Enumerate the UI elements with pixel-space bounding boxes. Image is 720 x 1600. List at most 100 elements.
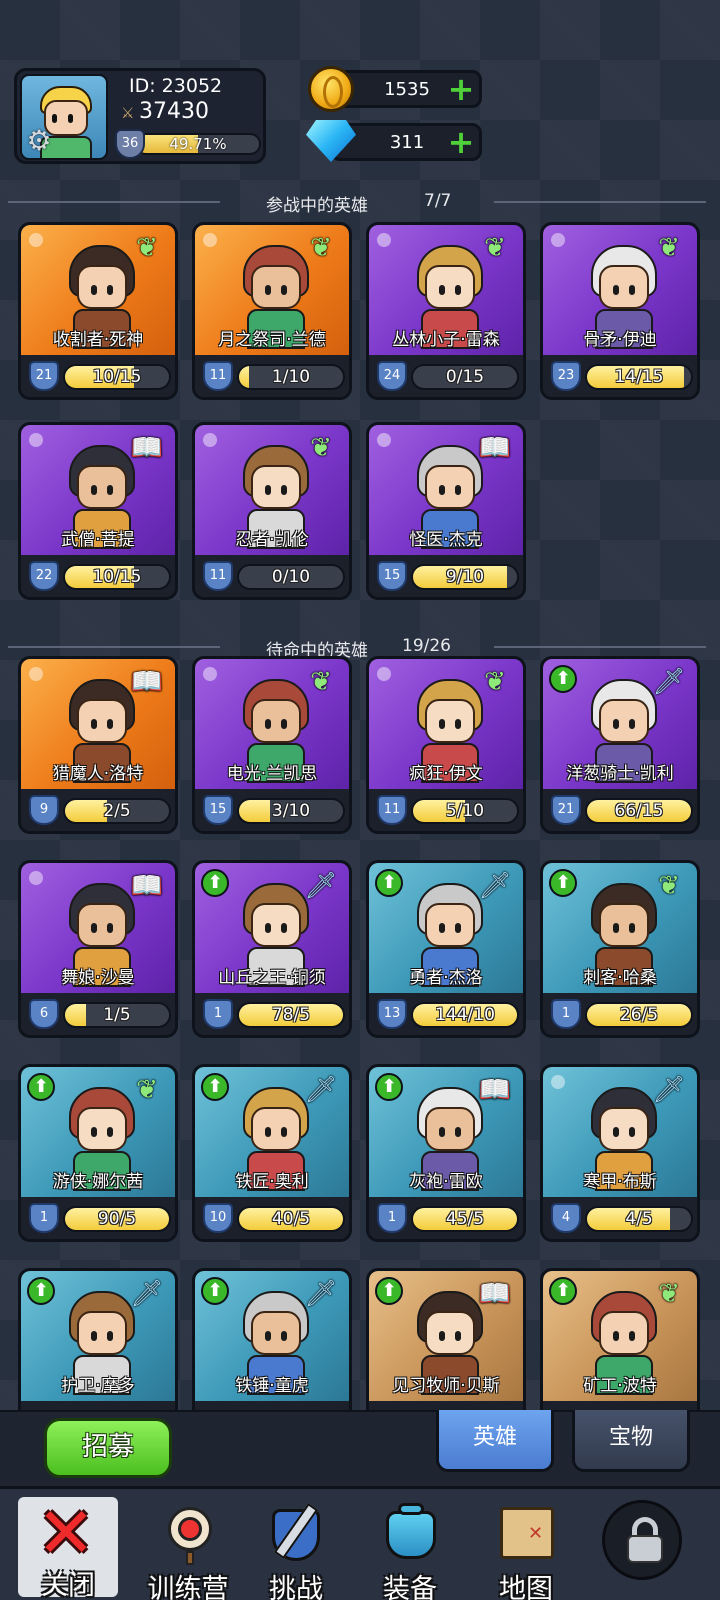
card-shine xyxy=(377,233,391,247)
hero-name: 骨矛·伊迪 xyxy=(583,330,657,350)
nav-close[interactable]: ✕ 关闭 xyxy=(18,1492,118,1600)
upgrade-arrow-icon: ⬆ xyxy=(201,1073,229,1101)
hero-card[interactable]: 📖 怪医·杰克 15 9/10 xyxy=(366,422,526,600)
xp-progress-bar: 49.71% xyxy=(135,133,261,155)
close-x-icon: ✕ xyxy=(36,1492,96,1574)
nav-map[interactable]: ✕ 地图 xyxy=(466,1489,586,1600)
hero-card-footer: 13 144/10 xyxy=(369,993,523,1035)
divider-line xyxy=(8,201,220,203)
shard-count: 10/15 xyxy=(92,367,142,387)
hero-card[interactable]: 📖 ⬆ 灰袍·雷欧 1 45/5 xyxy=(366,1064,526,1242)
hero-card[interactable]: ❦ 忍者·凯伦 11 0/10 xyxy=(192,422,352,600)
gold-coin-icon xyxy=(308,66,354,112)
add-gold-button[interactable]: + xyxy=(447,73,475,105)
hero-card-footer: 21 10/15 xyxy=(21,355,175,397)
hero-name: 洋葱骑士·凯利 xyxy=(566,764,674,784)
hero-card[interactable]: ❦ ⬆ 游侠·娜尔茜 1 90/5 xyxy=(18,1064,178,1242)
hero-name: 铁匠·奥利 xyxy=(235,1172,309,1192)
hero-card[interactable]: ❦ ⬆ 刺客·哈桑 1 26/5 xyxy=(540,860,700,1038)
tab-heroes[interactable]: 英雄 xyxy=(436,1410,554,1472)
divider-line xyxy=(494,201,706,203)
hero-portrait: ❦ 丛林小子·雷森 xyxy=(369,225,523,355)
shard-progress-bar: 45/5 xyxy=(411,1206,519,1232)
shard-progress-bar: 10/15 xyxy=(63,564,171,590)
hero-name: 电光·兰凯思 xyxy=(226,764,318,784)
hero-card[interactable]: 🗡 ⬆ 勇者·杰洛 13 144/10 xyxy=(366,860,526,1038)
shard-progress-bar: 5/10 xyxy=(411,798,519,824)
hero-portrait: ❦ 月之祭司·兰德 xyxy=(195,225,349,355)
shard-progress-bar: 10/15 xyxy=(63,364,171,390)
hero-name: 灰袍·雷欧 xyxy=(409,1172,483,1192)
shard-progress-bar: 78/5 xyxy=(237,1002,345,1028)
hero-card[interactable]: ❦ 收割者·死神 21 10/15 xyxy=(18,222,178,400)
nav-challenge[interactable]: 挑战 xyxy=(236,1489,356,1600)
shard-count: 90/5 xyxy=(97,1209,137,1229)
hero-card-footer: 9 2/5 xyxy=(21,789,175,831)
nav-training-label: 训练营 xyxy=(147,1574,229,1600)
book-class-icon: 📖 xyxy=(130,433,164,463)
hero-name: 勇者·杰洛 xyxy=(409,968,483,988)
shard-count: 0/10 xyxy=(271,567,311,587)
tab-treasure[interactable]: 宝物 xyxy=(572,1410,690,1472)
shard-progress-bar: 144/10 xyxy=(411,1002,519,1028)
hero-name: 游侠·娜尔茜 xyxy=(52,1172,144,1192)
wing-class-icon: ❦ xyxy=(136,1075,158,1105)
shard-count: 1/5 xyxy=(103,1005,131,1025)
hero-card[interactable]: 🗡 ⬆ 山丘之王·铜须 1 78/5 xyxy=(192,860,352,1038)
divider-line xyxy=(494,646,706,648)
add-gems-button[interactable]: + xyxy=(447,126,475,158)
hero-card[interactable]: ❦ 疯狂·伊文 11 5/10 xyxy=(366,656,526,834)
wing-class-icon: ❦ xyxy=(310,433,332,463)
upgrade-arrow-icon: ⬆ xyxy=(375,869,403,897)
hero-card[interactable]: ❦ 骨矛·伊迪 23 14/15 xyxy=(540,222,700,400)
player-profile-panel[interactable]: ⚙ ID: 23052 ⚔ 37430 49.71% 36 xyxy=(14,68,266,164)
hero-level-badge: 15 xyxy=(203,795,233,825)
locked-feature-icon[interactable] xyxy=(602,1500,682,1580)
hero-card-footer: 11 5/10 xyxy=(369,789,523,831)
hero-card[interactable]: 🗡 ⬆ 铁匠·奥利 10 40/5 xyxy=(192,1064,352,1242)
standby-heroes-count: 19/26 xyxy=(402,636,451,656)
book-class-icon: 📖 xyxy=(478,433,512,463)
hero-portrait: 📖 ⬆ 灰袍·雷欧 xyxy=(369,1067,523,1197)
divider-line xyxy=(8,646,220,648)
hero-card[interactable]: ❦ 丛林小子·雷森 24 0/15 xyxy=(366,222,526,400)
book-class-icon: 📖 xyxy=(130,871,164,901)
shard-count: 4/5 xyxy=(625,1209,653,1229)
player-avatar[interactable]: ⚙ xyxy=(20,74,108,160)
hero-level-badge: 15 xyxy=(377,561,407,591)
nav-training-camp[interactable]: 训练营 xyxy=(128,1489,248,1600)
hero-card-footer: 1 45/5 xyxy=(369,1197,523,1239)
player-power: 37430 xyxy=(139,99,209,124)
sword-class-icon: 🗡 xyxy=(478,871,512,901)
hero-card[interactable]: 🗡 ⬆ 洋葱骑士·凯利 21 66/15 xyxy=(540,656,700,834)
settings-gear-icon[interactable]: ⚙ xyxy=(24,126,54,156)
hero-card[interactable]: ❦ 月之祭司·兰德 11 1/10 xyxy=(192,222,352,400)
hero-name: 疯狂·伊文 xyxy=(409,764,483,784)
hero-card-footer: 4 4/5 xyxy=(543,1197,697,1239)
hero-level-badge: 21 xyxy=(29,361,59,391)
shard-progress-bar: 26/5 xyxy=(585,1002,693,1028)
hero-card[interactable]: 📖 猎魔人·洛特 9 2/5 xyxy=(18,656,178,834)
upgrade-arrow-icon: ⬆ xyxy=(375,1073,403,1101)
hero-level-badge: 1 xyxy=(377,1203,407,1233)
hero-card[interactable]: 📖 武僧·菩提 22 10/15 xyxy=(18,422,178,600)
card-shine xyxy=(203,233,217,247)
hero-portrait: 🗡 ⬆ 铁锤·童虎 xyxy=(195,1271,349,1401)
shard-count: 1/10 xyxy=(271,367,311,387)
nav-equipment[interactable]: 装备 xyxy=(350,1489,470,1600)
hero-card[interactable]: 📖 舞娘·沙曼 6 1/5 xyxy=(18,860,178,1038)
armor-icon xyxy=(378,1501,442,1565)
hero-name: 猎魔人·洛特 xyxy=(52,764,144,784)
hero-level-badge: 22 xyxy=(29,561,59,591)
shard-count: 9/10 xyxy=(445,567,485,587)
nav-close-label: 关闭 xyxy=(41,1570,95,1600)
card-shine xyxy=(29,667,43,681)
shard-progress-bar: 2/5 xyxy=(63,798,171,824)
hero-card[interactable]: 🗡 寒甲·布斯 4 4/5 xyxy=(540,1064,700,1242)
shard-count: 78/5 xyxy=(271,1005,311,1025)
hero-card[interactable]: ❦ 电光·兰凯思 15 3/10 xyxy=(192,656,352,834)
nav-map-label: 地图 xyxy=(499,1574,553,1600)
shard-progress-bar: 9/10 xyxy=(411,564,519,590)
recruit-button[interactable]: 招募 xyxy=(44,1418,172,1478)
shard-count: 3/10 xyxy=(271,801,311,821)
